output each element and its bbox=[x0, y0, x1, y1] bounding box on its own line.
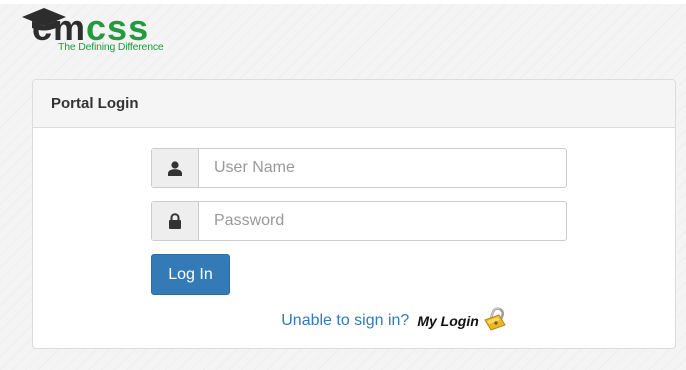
panel-title: Portal Login bbox=[51, 95, 139, 112]
username-input[interactable] bbox=[199, 149, 566, 187]
padlock-icon bbox=[484, 307, 506, 331]
username-field bbox=[151, 148, 567, 188]
user-icon bbox=[168, 161, 182, 176]
password-addon bbox=[152, 202, 199, 240]
login-panel: Portal Login Log In Unable to sign in? M… bbox=[32, 79, 676, 349]
panel-heading: Portal Login bbox=[33, 80, 675, 128]
unable-to-sign-in-link[interactable]: Unable to sign in? bbox=[281, 312, 409, 330]
cmcss-logo[interactable]: cmcss The Defining Difference bbox=[20, 6, 180, 56]
lock-icon bbox=[169, 213, 181, 229]
username-addon bbox=[152, 149, 199, 187]
login-button[interactable]: Log In bbox=[151, 254, 230, 295]
my-login-label: My Login bbox=[417, 313, 479, 329]
password-field bbox=[151, 201, 567, 241]
my-login-link[interactable]: My Login bbox=[417, 307, 508, 332]
logo-tagline: The Defining Difference bbox=[58, 41, 164, 53]
password-input[interactable] bbox=[199, 202, 566, 240]
help-row: Unable to sign in? My Login bbox=[33, 307, 675, 334]
page-top-edge bbox=[0, 0, 686, 4]
